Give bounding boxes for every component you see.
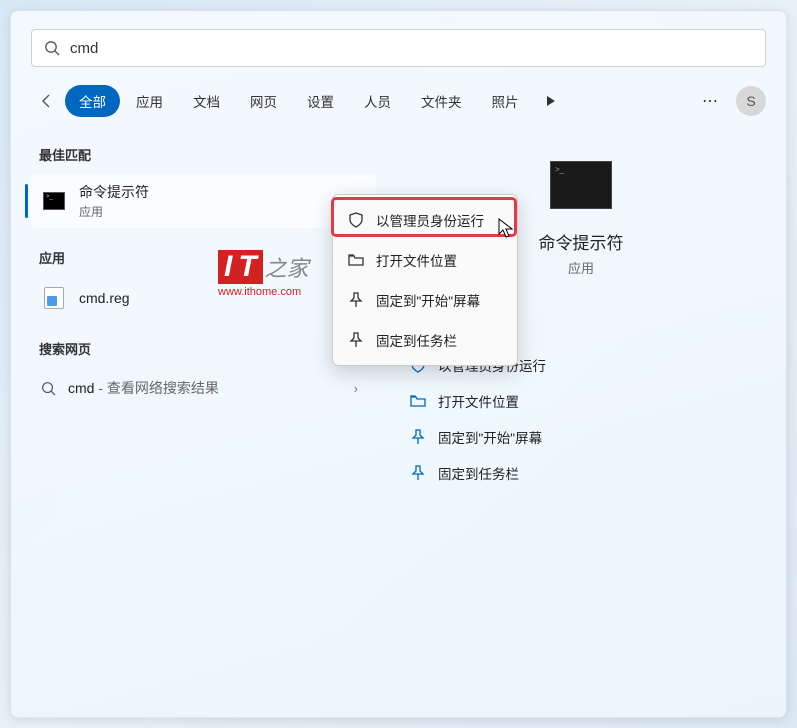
result-title: cmd.reg	[79, 290, 130, 306]
result-title: 命令提示符	[79, 182, 149, 202]
context-label: 固定到"开始"屏幕	[376, 290, 480, 310]
preview-subtitle: 应用	[539, 258, 624, 277]
app-preview: 命令提示符 应用	[539, 161, 624, 277]
context-label: 固定到任务栏	[376, 330, 457, 350]
tab-photos[interactable]: 照片	[478, 85, 533, 117]
preview-title: 命令提示符	[539, 229, 624, 254]
result-app-item[interactable]: cmd.reg ›	[31, 277, 376, 319]
back-button[interactable]	[31, 85, 63, 117]
folder-icon	[348, 252, 364, 268]
cmd-app-icon	[41, 188, 67, 214]
action-label: 固定到"开始"屏幕	[438, 427, 542, 447]
tab-web[interactable]: 网页	[236, 85, 291, 117]
search-bar[interactable]	[31, 29, 766, 67]
context-open-location[interactable]: 打开文件位置	[338, 240, 512, 280]
result-best-match[interactable]: 命令提示符 应用	[31, 174, 376, 228]
play-icon	[546, 95, 556, 107]
result-web-item[interactable]: cmd - 查看网络搜索结果 ›	[31, 368, 376, 408]
tab-row: 全部 应用 文档 网页 设置 人员 文件夹 照片 ⋯ S	[31, 85, 766, 117]
tab-docs[interactable]: 文档	[179, 85, 234, 117]
chevron-right-icon: ›	[354, 381, 366, 396]
context-menu: 以管理员身份运行 打开文件位置 固定到"开始"屏幕 固定到任务栏	[332, 194, 518, 366]
arrow-left-icon	[39, 93, 55, 109]
section-apps: 应用	[31, 244, 376, 271]
context-pin-start[interactable]: 固定到"开始"屏幕	[338, 280, 512, 320]
results-pane: 最佳匹配 命令提示符 应用 应用 cmd.reg › 搜索网页	[11, 141, 376, 717]
section-best-match: 最佳匹配	[31, 141, 376, 168]
search-icon	[41, 381, 56, 396]
tab-settings[interactable]: 设置	[293, 85, 348, 117]
reg-file-icon	[41, 285, 67, 311]
action-label: 固定到任务栏	[438, 463, 519, 483]
shield-icon	[348, 212, 364, 228]
pin-icon	[410, 429, 426, 445]
context-label: 以管理员身份运行	[376, 210, 484, 230]
action-list: 以管理员身份运行 打开文件位置 固定到"开始"屏幕 固定到任务栏	[406, 347, 756, 491]
more-options-button[interactable]: ⋯	[694, 85, 726, 117]
pin-icon	[348, 292, 364, 308]
tab-people[interactable]: 人员	[350, 85, 405, 117]
action-label: 打开文件位置	[438, 391, 519, 411]
folder-icon	[410, 393, 426, 409]
context-run-admin[interactable]: 以管理员身份运行	[338, 200, 512, 240]
action-pin-start[interactable]: 固定到"开始"屏幕	[406, 419, 756, 455]
pin-icon	[410, 465, 426, 481]
result-subtitle: 应用	[79, 203, 149, 220]
context-pin-taskbar[interactable]: 固定到任务栏	[338, 320, 512, 360]
cmd-preview-icon	[550, 161, 612, 209]
ellipsis-icon: ⋯	[702, 91, 718, 111]
section-search-web: 搜索网页	[31, 335, 376, 362]
action-pin-taskbar[interactable]: 固定到任务栏	[406, 455, 756, 491]
action-open-location[interactable]: 打开文件位置	[406, 383, 756, 419]
tab-apps[interactable]: 应用	[122, 85, 177, 117]
web-result-text: cmd - 查看网络搜索结果	[68, 378, 219, 398]
more-tabs-button[interactable]	[535, 85, 567, 117]
tab-folders[interactable]: 文件夹	[407, 85, 476, 117]
search-icon	[44, 40, 60, 56]
tab-all[interactable]: 全部	[65, 85, 120, 117]
user-avatar[interactable]: S	[736, 86, 766, 116]
pin-icon	[348, 332, 364, 348]
search-input[interactable]	[70, 40, 753, 57]
context-label: 打开文件位置	[376, 250, 457, 270]
